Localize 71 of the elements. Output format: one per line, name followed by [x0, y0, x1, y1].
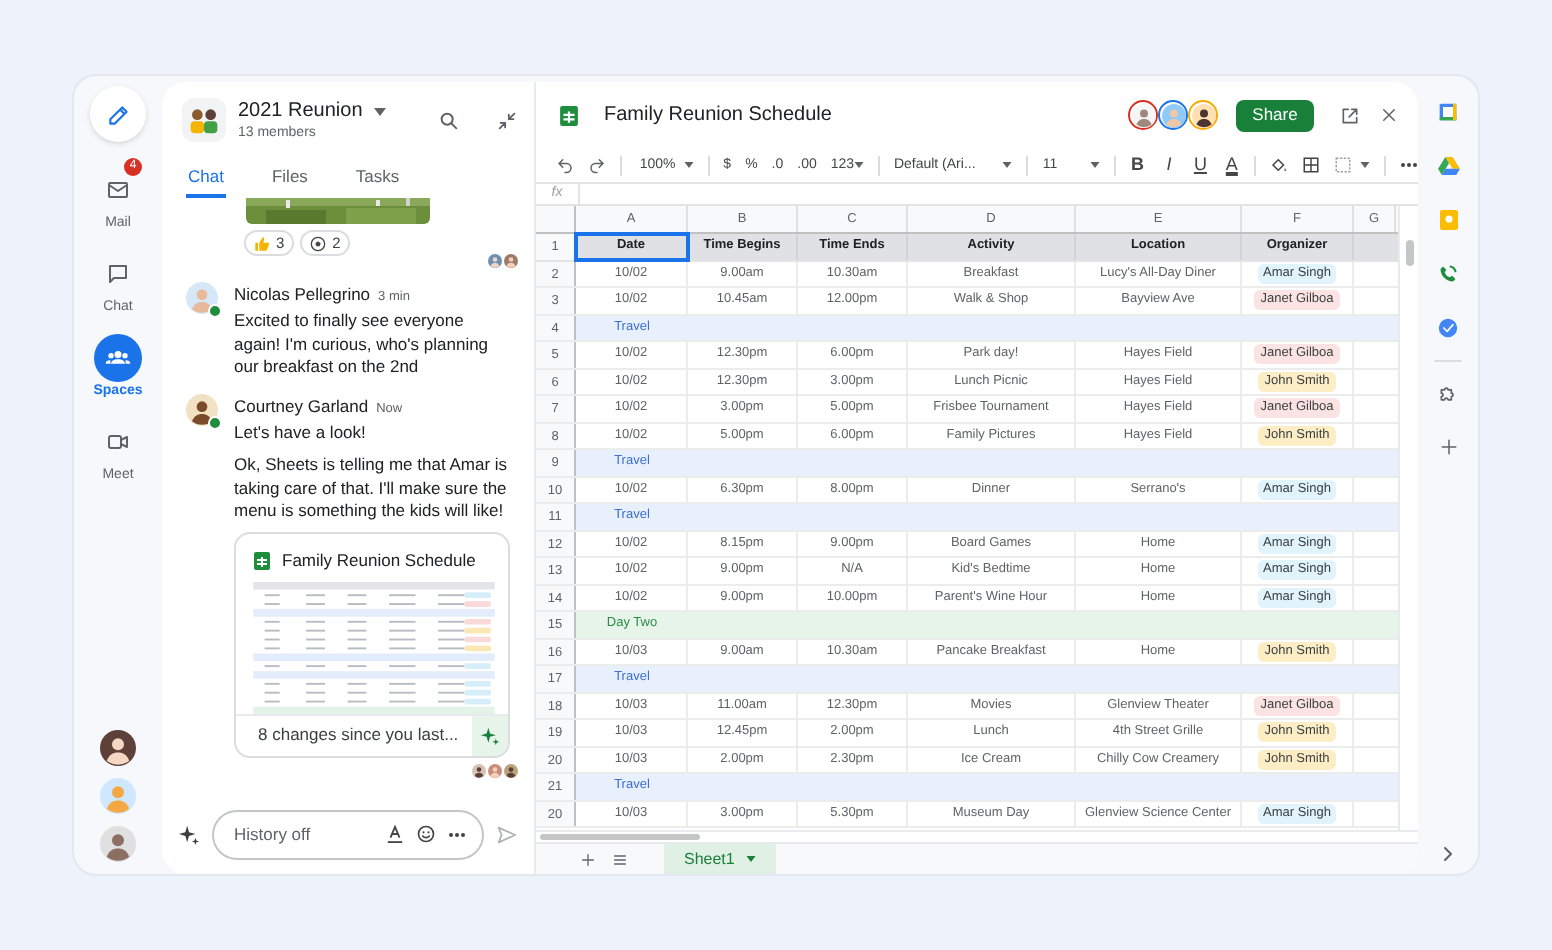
author-name: Courtney Garland [234, 393, 369, 417]
avatar[interactable] [100, 730, 136, 766]
phone-icon[interactable] [1438, 264, 1458, 284]
ball-icon [310, 235, 327, 251]
open-in-new-icon[interactable] [1340, 105, 1360, 125]
caret-down-icon[interactable] [1002, 162, 1013, 168]
message-text: Excited to finally see everyone again! I'm curious, who's planning our breakfast on the 2nd [234, 310, 491, 379]
people-icon [188, 106, 220, 134]
more-icon[interactable] [1400, 162, 1418, 168]
italic-button[interactable]: I [1160, 156, 1178, 174]
chevron-right-icon[interactable] [1442, 846, 1454, 862]
caret-down-icon[interactable] [1089, 162, 1100, 168]
avatar [186, 393, 218, 425]
pencil-icon [105, 101, 131, 127]
sparkle-icon[interactable] [178, 823, 200, 845]
underline-button[interactable]: U [1191, 156, 1210, 174]
calendar-icon[interactable] [1438, 102, 1458, 122]
caret-down-icon[interactable] [374, 107, 387, 115]
collaborator-avatar[interactable] [1128, 100, 1158, 130]
message-text: Let's have a look! [234, 421, 368, 444]
menu-icon[interactable] [612, 851, 628, 867]
scrollbar-thumb[interactable] [540, 834, 700, 840]
video-camera-icon [106, 430, 130, 454]
avatar[interactable] [100, 826, 136, 862]
add-sheet-icon[interactable] [580, 851, 596, 867]
author-name: Nicolas Pellegrino [234, 282, 371, 306]
add-icon[interactable] [1439, 438, 1457, 456]
drive-icon[interactable] [1437, 156, 1459, 176]
message-field[interactable]: History off [212, 809, 484, 859]
chat-tab[interactable]: Tasks [353, 166, 402, 194]
space-name: 2021 Reunion [238, 99, 363, 123]
close-icon[interactable] [1380, 106, 1398, 124]
sparkle-button[interactable] [472, 715, 508, 755]
merge-cells-icon[interactable] [1334, 156, 1353, 174]
message-input[interactable]: History off [234, 821, 374, 847]
text-format-icon[interactable] [386, 824, 404, 844]
tasks-icon[interactable] [1438, 318, 1458, 338]
file-card[interactable]: Family Reunion Schedule 8 changes since you last... [234, 531, 510, 757]
file-title: Family Reunion Schedule [282, 549, 476, 571]
message-text: Ok, Sheets is telling me that Amar is taking care of that. I'll make sure the menu is something the kids will like! [234, 454, 510, 523]
chat-tab[interactable]: Files [269, 166, 310, 194]
text-color-button[interactable]: A [1223, 156, 1241, 174]
puzzle-icon[interactable] [1438, 384, 1458, 404]
change-summary: 8 changes since you last... [258, 724, 459, 746]
caret-down-icon[interactable] [854, 162, 865, 168]
avatar [186, 282, 218, 314]
mail-icon [106, 178, 130, 202]
chat-tab[interactable]: Chat [186, 166, 226, 198]
fill-color-icon[interactable] [1270, 156, 1289, 174]
share-button[interactable]: Share [1236, 99, 1314, 131]
spreadsheet-icon [254, 551, 270, 569]
compose-button[interactable] [90, 86, 146, 142]
sheet-tab[interactable]: Sheet1 [664, 844, 777, 874]
caret-down-icon[interactable] [1360, 162, 1371, 168]
borders-icon[interactable] [1302, 156, 1321, 174]
thumbs-up-icon [254, 235, 270, 251]
collaborator-avatar[interactable] [1188, 100, 1218, 130]
bold-button[interactable]: B [1128, 156, 1147, 174]
emoji-icon[interactable] [416, 824, 436, 844]
more-icon[interactable] [448, 831, 466, 837]
spreadsheet-icon [560, 105, 578, 125]
scrollbar-thumb[interactable] [1405, 240, 1414, 266]
caret-down-icon[interactable] [683, 162, 694, 168]
search-icon[interactable] [438, 109, 460, 131]
collapse-icon[interactable] [496, 109, 518, 131]
redo-icon[interactable] [588, 156, 606, 174]
caret-down-icon [746, 856, 757, 862]
document-title: Family Reunion Schedule [604, 102, 834, 130]
sparkle-icon [480, 725, 500, 745]
chat-bubble-icon [106, 262, 130, 286]
undo-icon[interactable] [556, 156, 574, 174]
